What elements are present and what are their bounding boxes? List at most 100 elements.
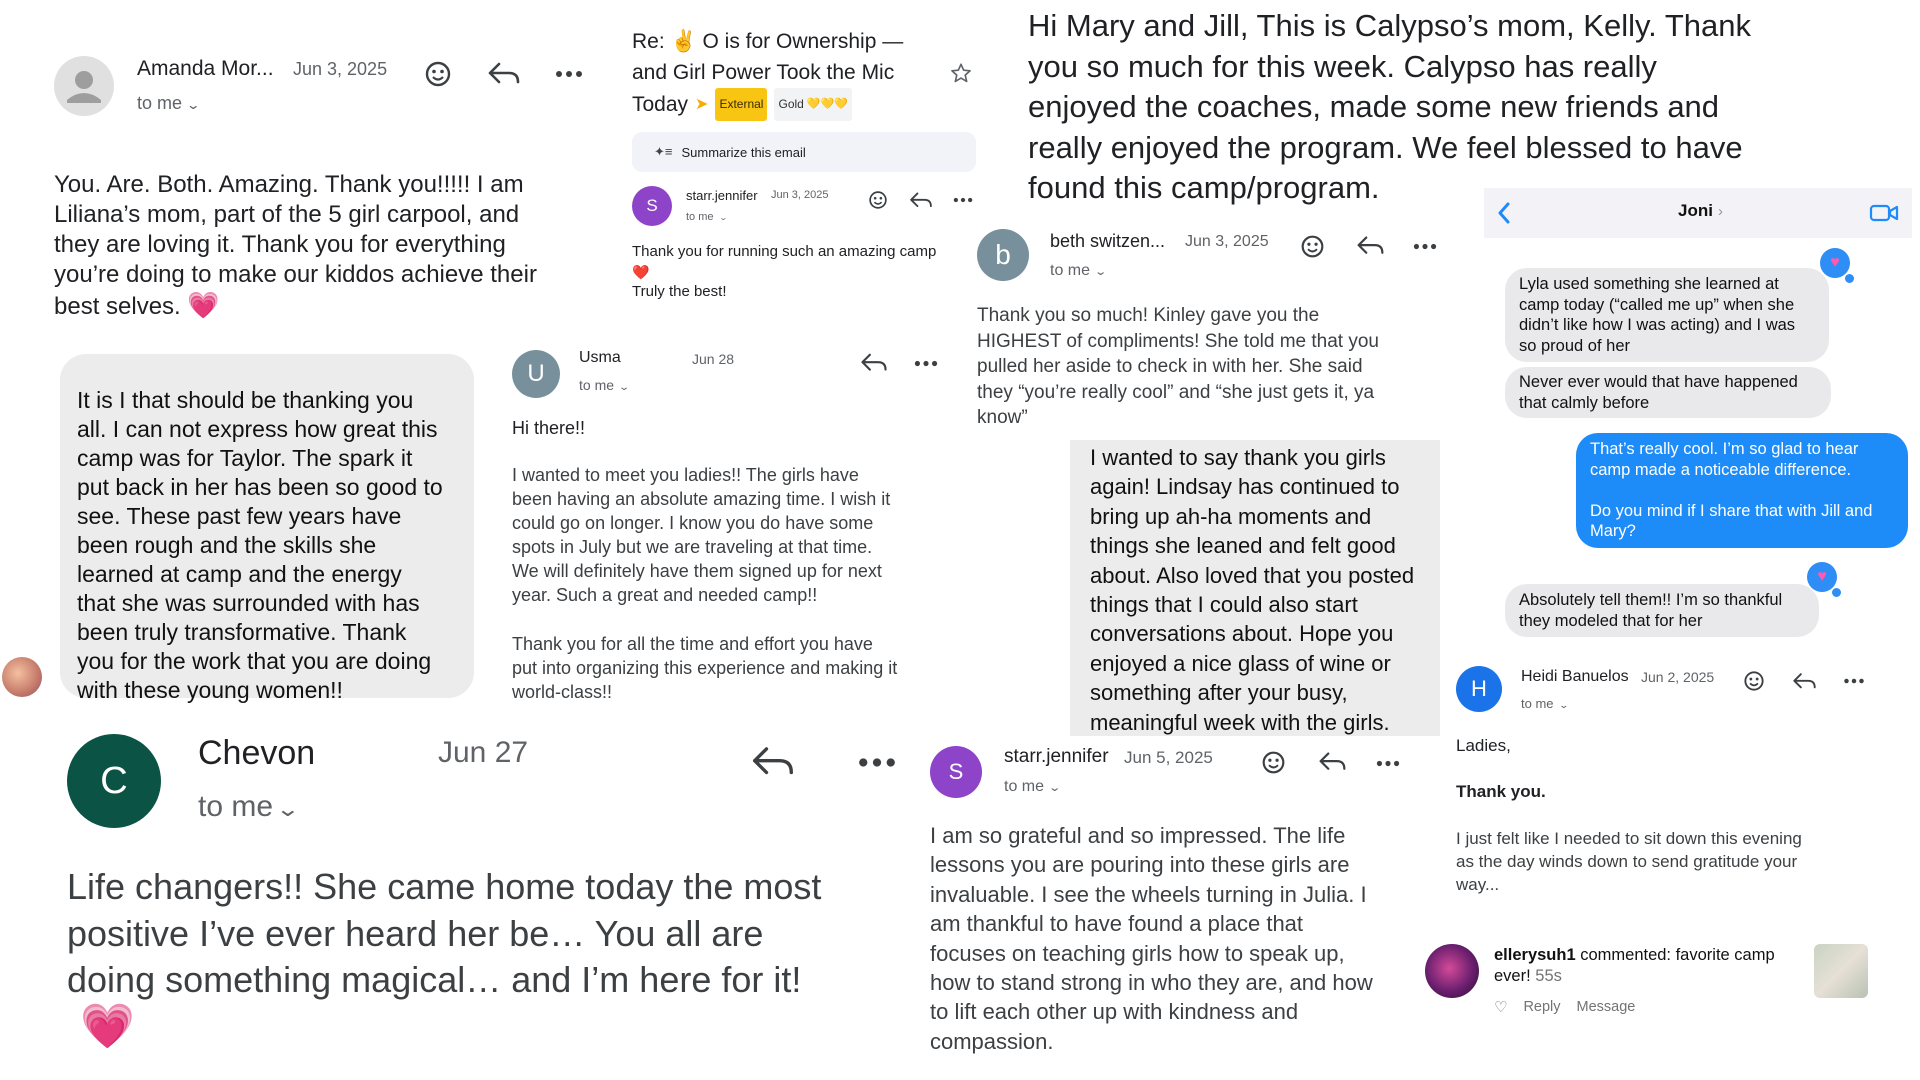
pink-heart-emoji: 💗 [187, 290, 220, 320]
summarize-button[interactable]: ✦≡ Summarize this email [632, 132, 976, 172]
reply-icon[interactable] [1354, 231, 1386, 261]
chevron-down-icon: ⌄ [275, 798, 301, 821]
starr-avatar: S [632, 186, 672, 226]
heidi-date: Jun 2, 2025 [1641, 669, 1715, 685]
reply-icon[interactable] [1316, 747, 1348, 777]
chevron-down-icon: ⌄ [1048, 782, 1062, 794]
commenter-avatar[interactable] [1425, 944, 1479, 998]
lindsay-text: I wanted to say thank you girls again! L… [1090, 445, 1415, 735]
chevron-down-icon: ⌄ [1094, 266, 1108, 278]
reply-icon[interactable] [908, 188, 934, 212]
chevron-down-icon: ⌄ [1557, 700, 1569, 710]
imessage-received-1: Lyla used something she learned at camp … [1505, 268, 1829, 362]
comment-line-1: commented: favorite camp [1575, 946, 1775, 964]
gold-label: Gold [778, 97, 804, 111]
more-options-icon[interactable] [951, 188, 975, 212]
more-options-icon[interactable] [1841, 669, 1867, 693]
heidi-to-me[interactable]: to me ⌄ [1521, 696, 1569, 711]
post-thumbnail[interactable] [1814, 944, 1868, 998]
heart-tapback-icon: ♥ [1820, 248, 1854, 283]
amanda-date: Jun 3, 2025 [293, 59, 388, 79]
comment-time: 55s [1535, 967, 1562, 985]
commenter-username[interactable]: ellerysuh1 [1494, 946, 1576, 964]
julia-date: Jun 5, 2025 [1124, 748, 1213, 767]
person-icon [67, 71, 101, 103]
comment-line-2: ever! [1494, 967, 1531, 985]
star-icon[interactable] [948, 60, 974, 86]
julia-sender-avatar: S [930, 746, 982, 798]
message-link[interactable]: Message [1577, 999, 1636, 1015]
reply-icon[interactable] [748, 740, 798, 784]
imessage-sent-1: That’s really cool. I’m so glad to hear … [1576, 433, 1908, 548]
beth-avatar: b [977, 229, 1029, 281]
sender-thumbnail [2, 657, 42, 697]
thread-subject: Re: ✌️ O is for Ownership — and Girl Pow… [632, 26, 932, 121]
to-me-label: to me [198, 790, 274, 823]
usma-paragraph-1: I wanted to meet you ladies!! The girls … [512, 465, 891, 605]
beth-body: Thank you so much! Kinley gave you the H… [977, 305, 1379, 428]
amanda-sender: Amanda Mor... [137, 57, 274, 80]
kelly-message: Hi Mary and Jill, This is Calypso’s mom,… [1028, 8, 1751, 205]
amanda-body-text: You. Are. Both. Amazing. Thank you!!!!! … [54, 171, 537, 320]
subject-line-2: and Girl Power Took the Mic [632, 61, 895, 84]
external-badge[interactable]: External [715, 88, 768, 121]
reply-link[interactable]: Reply [1523, 999, 1560, 1015]
imessage-header: Joni › [1484, 188, 1912, 238]
video-call-icon[interactable] [1868, 201, 1900, 225]
starr-body-line-2: Truly the best! [632, 283, 727, 300]
comment-actions: ♡ Reply Message [1494, 998, 1635, 1016]
julia-to-me[interactable]: to me ⌄ [1004, 778, 1062, 796]
emoji-react-icon[interactable] [422, 58, 454, 90]
to-me-label: to me [686, 211, 714, 223]
chevron-down-icon: ⌄ [618, 382, 630, 393]
more-options-icon[interactable] [1374, 749, 1402, 777]
more-options-icon[interactable] [854, 748, 900, 776]
starr-sender: starr.jennifer [686, 188, 758, 203]
heidi-greeting: Ladies, [1456, 736, 1511, 755]
red-heart-emoji: ❤️ [632, 264, 650, 280]
chevon-sender: Chevon [198, 734, 316, 772]
beth-to-me[interactable]: to me ⌄ [1050, 262, 1108, 280]
heidi-avatar: H [1456, 666, 1502, 712]
chevron-right-icon: › [1717, 203, 1723, 220]
emoji-react-icon[interactable] [1741, 668, 1767, 694]
chevron-down-icon: ⌄ [718, 213, 728, 222]
back-chevron-icon[interactable] [1492, 200, 1516, 226]
heidi-thanks: Thank you. [1456, 782, 1546, 801]
usma-to-me[interactable]: to me ⌄ [579, 377, 630, 393]
contact-name[interactable]: Joni › [1678, 201, 1723, 221]
starr-date: Jun 3, 2025 [771, 189, 829, 201]
usma-greeting: Hi there!! [512, 418, 586, 438]
gold-badge[interactable]: Gold 💛💛💛 [774, 88, 852, 121]
beth-sender: beth switzen... [1050, 231, 1166, 251]
heart-tapback-icon: ♥ [1807, 562, 1841, 597]
chevon-to-me[interactable]: to me ⌄ [198, 790, 300, 824]
emoji-react-icon[interactable] [1297, 231, 1327, 261]
amanda-to-me[interactable]: to me ⌄ [137, 93, 201, 114]
reply-icon[interactable] [1790, 668, 1818, 694]
gold-hearts: 💛💛💛 [806, 98, 848, 110]
pink-heart-emoji: 💗 [80, 1002, 135, 1051]
comment-text: ellerysuh1 commented: favorite camp ever… [1494, 945, 1814, 987]
more-options-icon[interactable] [553, 60, 585, 88]
to-me-label: to me [1050, 262, 1091, 279]
chevon-date: Jun 27 [438, 736, 529, 769]
heidi-sender: Heidi Banuelos [1521, 668, 1629, 685]
summarize-label: Summarize this email [681, 144, 806, 160]
more-options-icon[interactable] [1411, 232, 1439, 260]
emoji-react-icon[interactable] [1258, 747, 1288, 777]
reply-icon[interactable] [859, 348, 889, 378]
to-me-label: to me [1521, 696, 1554, 711]
heidi-body: I just felt like I needed to sit down th… [1456, 829, 1802, 894]
like-heart-icon[interactable]: ♡ [1494, 998, 1507, 1016]
imessage-received-2: Never ever would that have happened that… [1505, 367, 1831, 418]
julia-body: I am so grateful and so impressed. The l… [930, 823, 1373, 1054]
sparkle-list-icon: ✦≡ [654, 144, 673, 159]
reply-icon[interactable] [486, 58, 522, 90]
amanda-body: You. Are. Both. Amazing. Thank you!!!!! … [54, 140, 614, 322]
to-me-label: to me [579, 377, 615, 393]
more-options-icon[interactable] [912, 350, 940, 376]
emoji-react-icon[interactable] [866, 188, 890, 212]
starr-to-me[interactable]: to me ⌄ [686, 211, 728, 223]
usma-sender: Usma [579, 349, 621, 366]
